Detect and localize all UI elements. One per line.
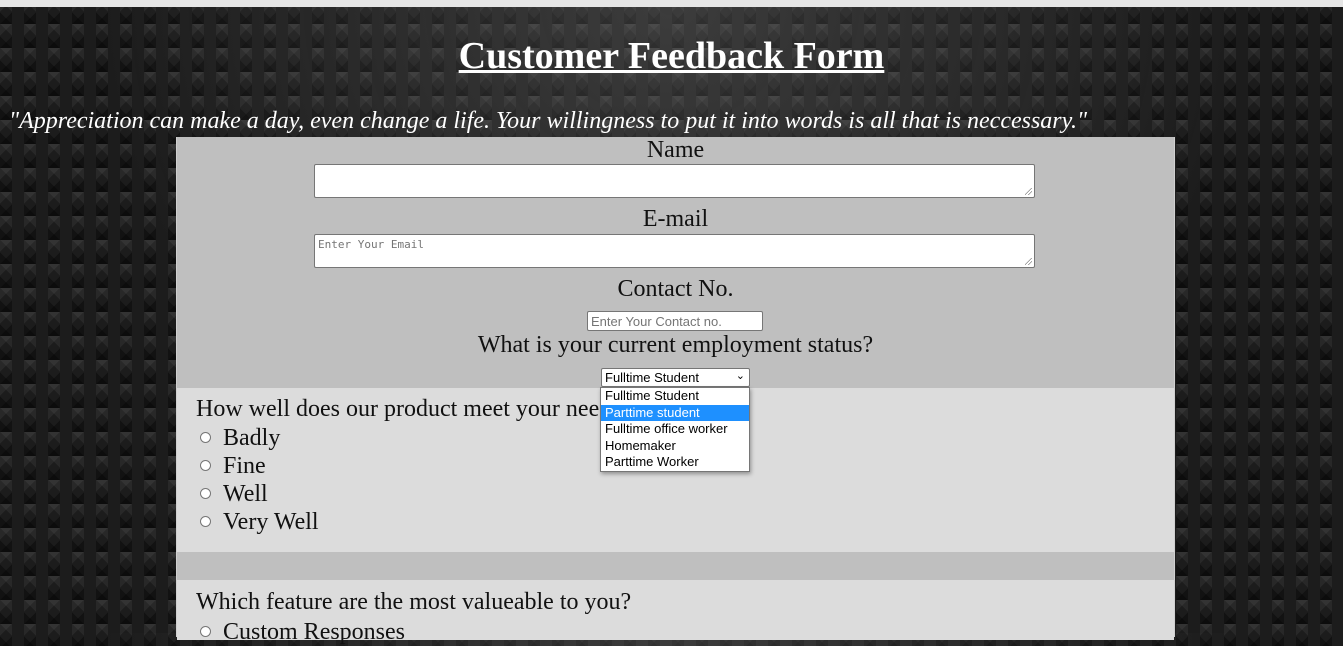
radio-button[interactable] [200, 626, 211, 637]
dropdown-option[interactable]: Parttime Worker [601, 454, 749, 471]
employment-select[interactable]: Fulltime Student ⌄ [601, 368, 750, 387]
dropdown-option[interactable]: Fulltime office worker [601, 421, 749, 438]
employment-dropdown-list[interactable]: Fulltime Student Parttime student Fullti… [600, 387, 750, 472]
chevron-down-icon: ⌄ [735, 370, 745, 382]
page-title: Customer Feedback Form [458, 35, 885, 77]
radio-button[interactable] [200, 460, 211, 471]
radio-button[interactable] [200, 516, 211, 527]
valuable-features-section: Which feature are the most valueable to … [177, 580, 1174, 645]
name-label: Name [646, 137, 705, 163]
dropdown-option[interactable]: Fulltime Student [601, 388, 749, 405]
radio-button[interactable] [200, 432, 211, 443]
radio-button[interactable] [200, 488, 211, 499]
dropdown-option-highlighted[interactable]: Parttime student [601, 404, 749, 421]
email-field[interactable]: Enter Your Email [314, 234, 1035, 268]
employment-label: What is your current employment status? [477, 332, 874, 358]
name-field[interactable] [314, 164, 1035, 198]
question-valuable-features: Which feature are the most valueable to … [196, 589, 632, 615]
contact-placeholder: Enter Your Contact no. [591, 314, 722, 329]
email-label: E-mail [642, 206, 709, 232]
question-product-needs: How well does our product meet your need… [196, 396, 632, 422]
contact-field[interactable]: Enter Your Contact no. [587, 311, 763, 331]
dropdown-option[interactable]: Homemaker [601, 438, 749, 455]
browser-top-strip [0, 0, 1343, 7]
quote-text: "Appreciation can make a day, even chang… [9, 108, 1088, 134]
contact-label: Contact No. [617, 276, 734, 302]
resize-grip-icon[interactable] [1025, 258, 1032, 265]
email-placeholder: Enter Your Email [318, 238, 424, 251]
resize-grip-icon[interactable] [1025, 188, 1032, 195]
